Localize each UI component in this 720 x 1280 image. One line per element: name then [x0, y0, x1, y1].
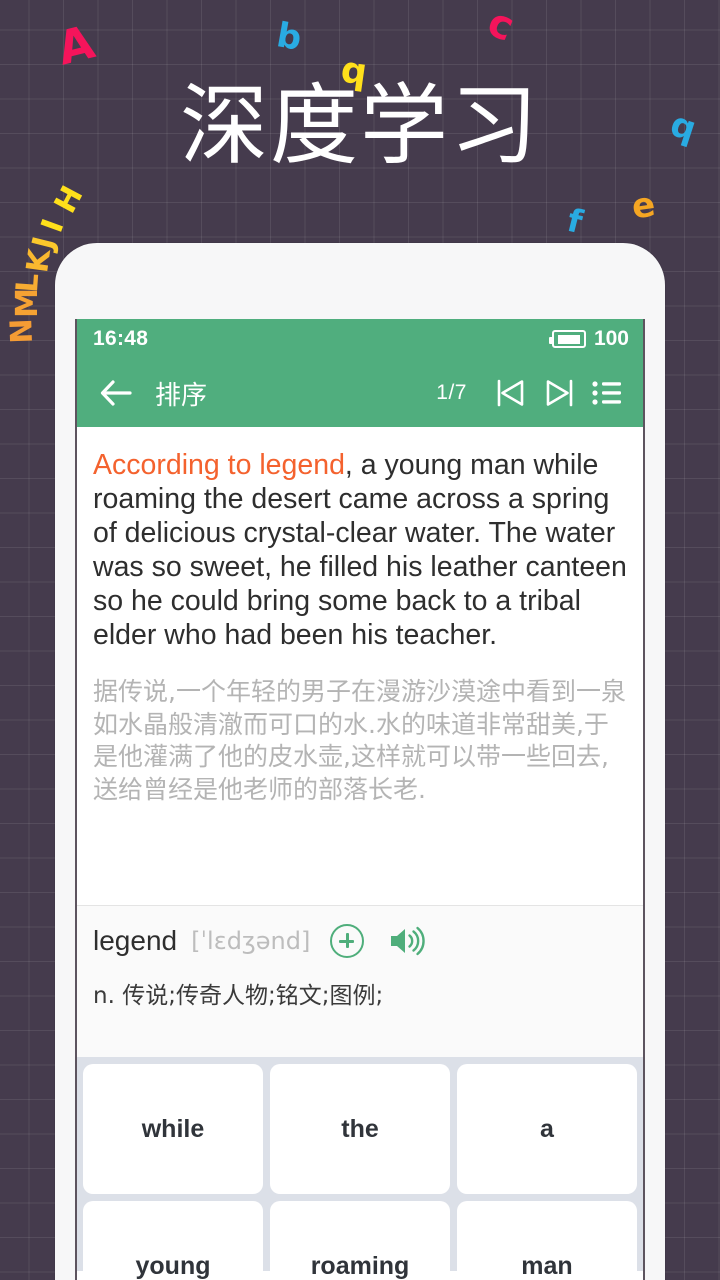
word-tile-grid: while the a young roaming man [77, 1057, 643, 1280]
list-icon[interactable] [583, 372, 631, 414]
dictionary-definition: n. 传说;传奇人物;铭文;图例; [93, 983, 384, 1009]
dictionary-word: legend [93, 925, 178, 956]
decorative-letter: b [273, 15, 305, 59]
status-right-group: 100 [548, 327, 629, 351]
status-clock: 16:48 [93, 327, 149, 350]
passage-highlight[interactable]: According to legend [93, 449, 345, 481]
poster-canvas: AbqcqefHIJKLMN 深度学习 16:48 100 排序 1/7 Acc… [0, 0, 720, 1280]
status-bar: 16:48 100 [77, 319, 643, 359]
decorative-letter: I [34, 214, 72, 238]
skip-previous-icon[interactable] [487, 372, 535, 414]
battery-icon [548, 330, 586, 348]
word-tile[interactable]: roaming [270, 1201, 450, 1280]
dictionary-panel: legend [ˈlɛdʒənd] n. 传说;传奇人物;铭文;图例; [77, 905, 643, 1057]
decorative-letter: H [47, 180, 91, 220]
dictionary-ipa: [ˈlɛdʒənd] [191, 927, 311, 955]
decorative-letter: f [563, 200, 587, 242]
app-bar: 排序 1/7 [77, 359, 643, 427]
phone-mockup: 16:48 100 排序 1/7 According to legend, a … [55, 243, 665, 1280]
app-bar-title: 排序 [155, 380, 208, 411]
volume-icon[interactable] [388, 924, 426, 958]
word-tile[interactable]: a [457, 1064, 637, 1194]
decorative-letter: c [481, 0, 521, 51]
word-tile[interactable]: while [83, 1064, 263, 1194]
reading-passage: According to legend, a young man while r… [77, 427, 643, 905]
back-arrow-icon[interactable] [95, 372, 137, 414]
app-bar-actions: 1/7 [436, 372, 631, 414]
decorative-letter: e [629, 184, 658, 228]
decorative-letter: M [9, 288, 45, 318]
battery-percent: 100 [593, 327, 629, 350]
decorative-letter: A [51, 14, 100, 76]
decorative-letter: K [20, 246, 59, 275]
phone-screen: 16:48 100 排序 1/7 According to legend, a … [75, 319, 645, 1280]
dictionary-header: legend [ˈlɛdʒənd] [93, 924, 627, 958]
word-tile[interactable]: young [83, 1201, 263, 1280]
plus-circle-icon[interactable] [330, 924, 365, 958]
phone-bezel [55, 243, 665, 319]
word-tile[interactable]: man [457, 1201, 637, 1280]
skip-next-icon[interactable] [535, 372, 583, 414]
passage-english[interactable]: According to legend, a young man while r… [93, 449, 627, 652]
word-tile[interactable]: the [270, 1064, 450, 1194]
page-title: 深度学习 [179, 79, 540, 176]
passage-chinese: 据传说,一个年轻的男子在漫游沙漠途中看到一泉如水晶般清澈而可口的水.水的味道非常… [93, 677, 626, 804]
decorative-letter: N [4, 317, 40, 345]
page-counter: 1/7 [436, 381, 467, 404]
